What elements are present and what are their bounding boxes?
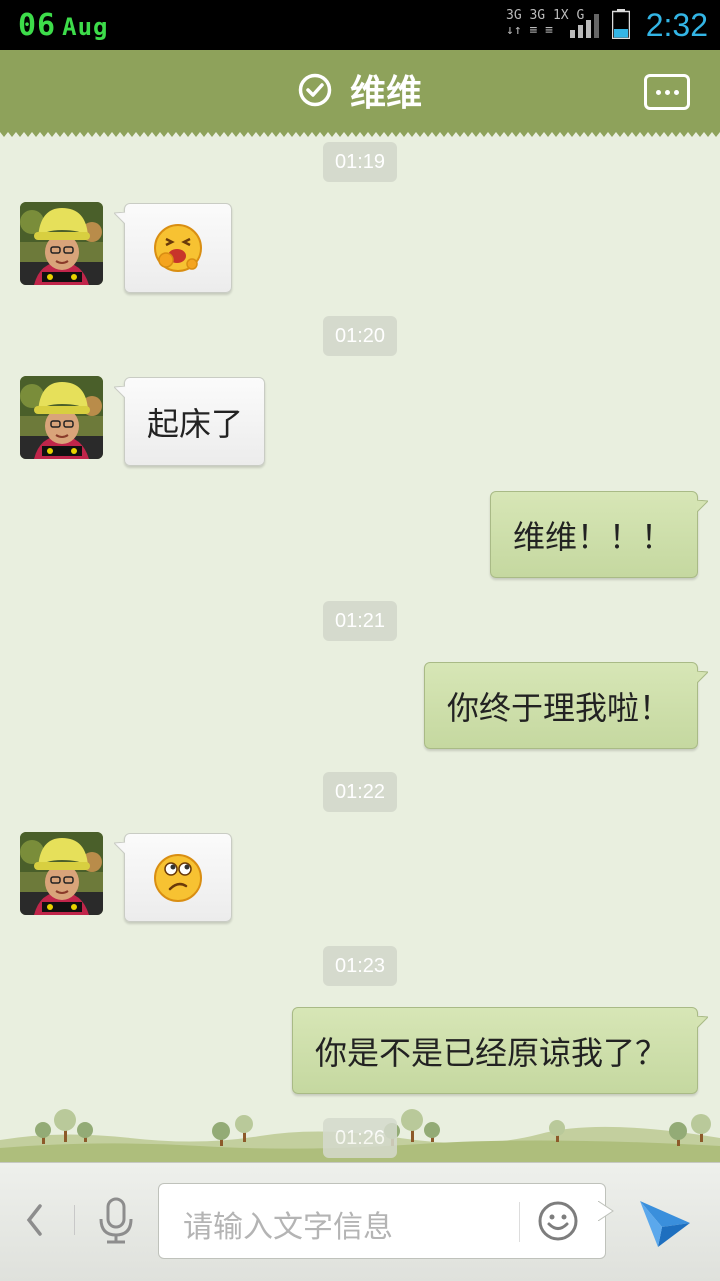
message-text: 起床了	[147, 404, 244, 443]
signal-icon	[570, 14, 599, 38]
verified-check-icon	[298, 73, 332, 107]
message-input[interactable]: 请输入文字信息	[158, 1183, 606, 1259]
more-options-button[interactable]	[644, 74, 690, 110]
input-placeholder: 请输入文字信息	[183, 1210, 393, 1245]
contact-avatar[interactable]	[20, 832, 103, 915]
message-bubble-outgoing[interactable]: 你是不是已经原谅我了？	[292, 1007, 698, 1094]
contact-avatar[interactable]	[20, 202, 103, 285]
header-edge	[0, 130, 720, 137]
timestamp: 01:20	[323, 316, 397, 356]
back-arrow-icon[interactable]	[24, 1203, 44, 1237]
timestamp: 01:21	[323, 601, 397, 641]
input-bar: 请输入文字信息	[0, 1162, 720, 1281]
message-text: 维维！！！	[513, 517, 674, 556]
chat-header: 维维	[0, 50, 720, 130]
contact-avatar[interactable]	[20, 376, 103, 459]
message-bubble-outgoing[interactable]: 维维！！！	[490, 491, 698, 578]
chat-title: 维维	[349, 73, 422, 114]
message-text: 你终于理我啦！	[447, 688, 672, 727]
message-text: 你是不是已经原谅我了？	[315, 1033, 668, 1072]
emoji-picker-icon[interactable]	[537, 1200, 579, 1242]
message-bubble-incoming[interactable]	[124, 203, 232, 293]
timestamp: 01:22	[323, 772, 397, 812]
status-time: 2:32	[645, 7, 708, 43]
timestamp: 01:19	[323, 142, 397, 182]
battery-icon	[612, 9, 630, 39]
puzzled-emoji-icon	[154, 853, 202, 902]
timestamp: 01:23	[323, 946, 397, 986]
message-bubble-incoming[interactable]: 起床了	[124, 377, 265, 466]
status-bar: 06 Aug 3G 3G 1X G ↓↑ ≡ ≡ 2:32	[0, 0, 720, 50]
yawn-emoji-icon	[154, 224, 202, 272]
divider	[519, 1202, 520, 1242]
send-icon[interactable]	[636, 1193, 694, 1251]
timestamp: 01:26	[323, 1118, 397, 1158]
divider	[74, 1205, 75, 1235]
message-bubble-outgoing[interactable]: 你终于理我啦！	[424, 662, 698, 749]
microphone-icon[interactable]	[96, 1197, 136, 1245]
message-bubble-incoming[interactable]	[124, 833, 232, 922]
status-date: 06 Aug	[18, 8, 109, 43]
